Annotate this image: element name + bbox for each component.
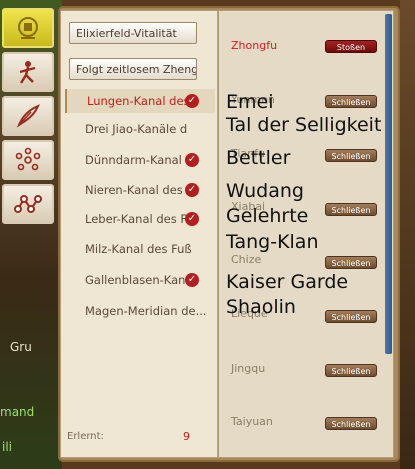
close-button[interactable]: Schließen <box>325 95 377 108</box>
tab-meridians[interactable] <box>2 184 54 224</box>
overlay-label: Bettler <box>226 147 291 169</box>
meridian-list-panel: Elixierfeld-Vitalität Folgt zeitlosem Zh… <box>60 10 218 458</box>
tab-martial[interactable] <box>2 52 54 92</box>
overlay-label: Tang-Klan <box>226 231 319 253</box>
overlay-label: Tal der Selligkeit <box>226 114 382 136</box>
follow-zheng-button[interactable]: Folgt zeitlosem Zheng <box>69 58 197 80</box>
martial-artist-icon <box>19 61 36 84</box>
background-right <box>400 0 415 469</box>
close-button[interactable]: Schließen <box>325 417 377 430</box>
side-text-3: mand <box>0 405 35 419</box>
tab-sect[interactable] <box>2 8 54 48</box>
overlay-label: Emei <box>226 91 274 113</box>
meridian-item[interactable]: Magen-Meridian de... <box>65 299 215 323</box>
acupoint-label: Jingqu <box>231 362 266 375</box>
check-icon: ✓ <box>185 94 199 108</box>
tab-strip <box>2 8 58 228</box>
side-text-1: Gru <box>10 340 32 354</box>
check-icon: ✓ <box>185 212 199 226</box>
check-icon: ✓ <box>185 153 199 167</box>
overlay-label: Gelehrte <box>226 205 309 227</box>
close-button[interactable]: Schließen <box>325 149 377 162</box>
feather-hand-icon <box>16 104 40 128</box>
acupoint-label: Zhongfu <box>231 39 278 52</box>
elixir-field-button[interactable]: Elixierfeld-Vitalität <box>69 22 197 44</box>
learned-label: Erlernt: <box>67 431 104 442</box>
side-text-4: ili <box>2 440 13 454</box>
push-button[interactable]: Stoßen <box>325 40 377 53</box>
tab-skills[interactable] <box>2 96 54 136</box>
close-button[interactable]: Schließen <box>325 364 377 377</box>
meridian-item[interactable]: Milz-Kanal des Fuß <box>65 237 215 261</box>
meridian-nodes-icon <box>14 195 42 213</box>
close-button[interactable]: Schließen <box>325 256 377 269</box>
check-icon: ✓ <box>185 273 199 287</box>
meridian-item[interactable]: Drei Jiao-Kanäle d <box>65 117 215 141</box>
overlay-label: Kaiser Garde <box>226 271 349 293</box>
overlay-label: Shaolin <box>226 296 296 318</box>
tab-acupoints[interactable] <box>2 140 54 180</box>
check-icon: ✓ <box>185 183 199 197</box>
sect-emblem-icon <box>18 17 38 39</box>
acupoint-network-icon <box>15 147 41 171</box>
close-button[interactable]: Schließen <box>325 310 377 323</box>
scrollbar[interactable] <box>385 14 392 354</box>
scrollbar-thumb[interactable] <box>385 14 392 354</box>
acupoint-label: Taiyuan <box>231 415 273 428</box>
acupoint-label: Chize <box>231 253 262 266</box>
overlay-label: Wudang <box>226 180 304 202</box>
close-button[interactable]: Schließen <box>325 203 377 216</box>
learned-count: 9 <box>183 430 190 443</box>
